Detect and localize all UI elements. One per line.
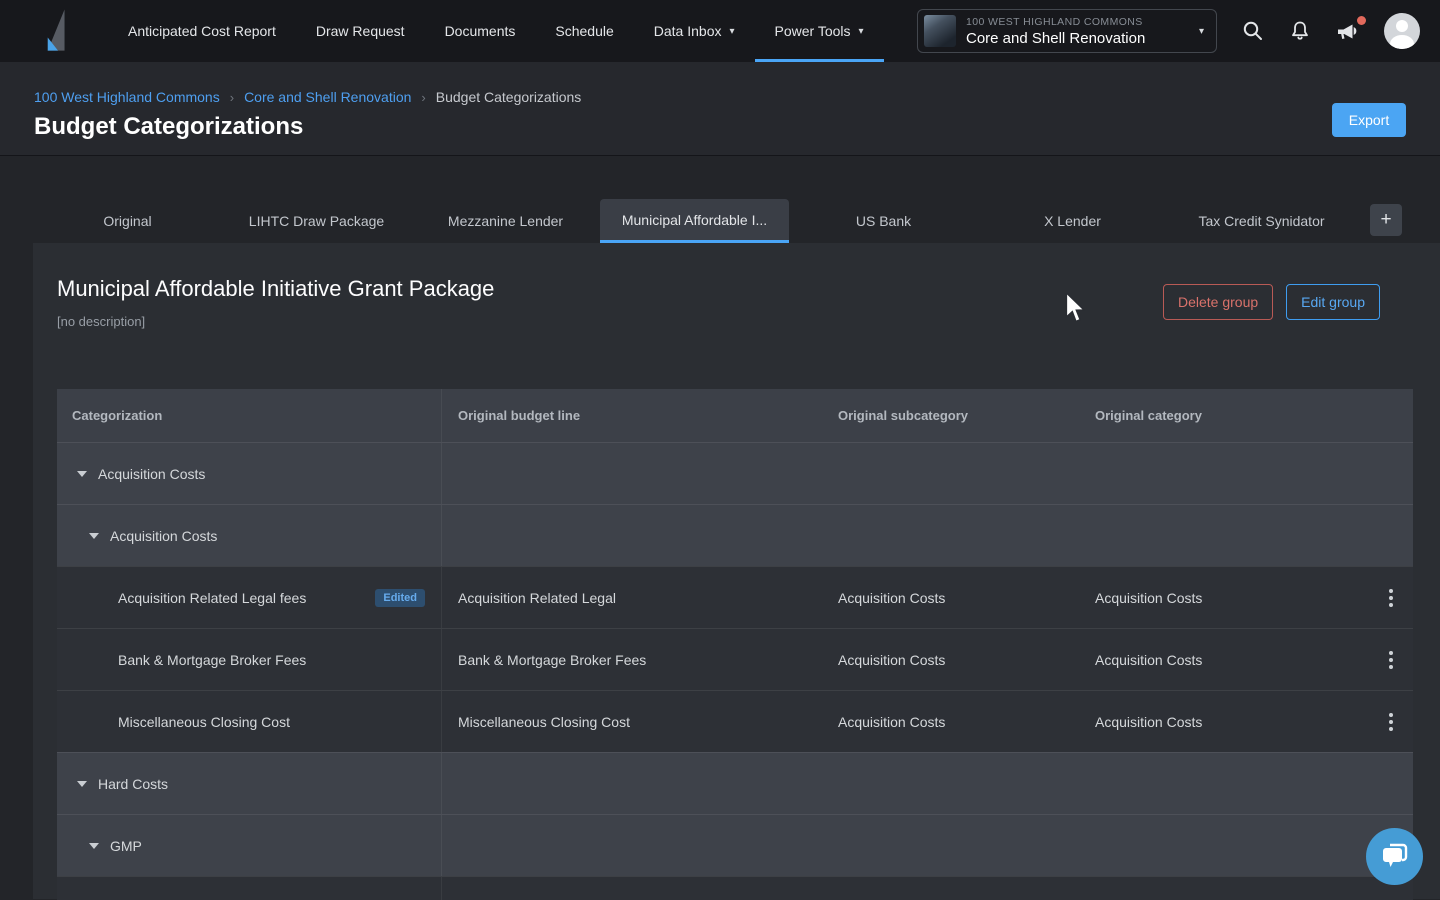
cell-budget-line: Bank & Mortgage Broker Fees [442,652,822,668]
tab-mezzanine-lender[interactable]: Mezzanine Lender [411,199,600,243]
chevron-down-icon: ▾ [859,26,864,37]
nav-item-label: Schedule [555,23,613,39]
table-row: Acquisition Related Legal fees Edited Ac… [57,566,1413,628]
avatar-body [1390,35,1414,49]
tab-x-lender[interactable]: X Lender [978,199,1167,243]
column-header-categorization: Categorization [57,389,442,442]
nav-item-draw-request[interactable]: Draw Request [296,0,425,62]
breadcrumb: 100 West Highland Commons › Core and Shell… [34,62,1406,105]
tab-municipal-affordable-i[interactable]: Municipal Affordable I... [600,199,789,243]
group-row-label: Hard Costs [98,776,168,792]
avatar[interactable] [1384,13,1420,49]
cell-subcategory: Acquisition Costs [822,590,1079,606]
nav-item-label: Anticipated Cost Report [128,23,276,39]
table-group-row[interactable]: GMP [57,814,1413,876]
avatar-head [1396,20,1408,32]
breadcrumb-link-100-west-highland-commons[interactable]: 100 West Highland Commons [34,89,220,105]
chevron-down-icon[interactable] [77,471,87,477]
table-body: Acquisition Costs Acquisition Costs Acqu… [57,442,1413,900]
cell-categorization-label: Acquisition Related Legal fees [118,590,306,606]
row-menu-button[interactable] [1369,629,1413,690]
delete-group-button[interactable]: Delete group [1163,284,1273,320]
categorization-table: Categorization Original budget line Orig… [57,389,1413,900]
tabs: Original LIHTC Draw Package Mezzanine Le… [33,199,1356,243]
tab-us-bank[interactable]: US Bank [789,199,978,243]
breadcrumb-separator: › [421,90,425,105]
chevron-down-icon: ▾ [729,26,734,37]
tab-tax-credit-synidator[interactable]: Tax Credit Synidator [1167,199,1356,243]
cell-subcategory: Acquisition Costs [822,652,1079,668]
group-row-label: GMP [110,838,142,854]
row-menu-button[interactable] [1369,691,1413,752]
cell-budget-line: Acquisition Related Legal [442,590,822,606]
breadcrumb-separator: › [230,90,234,105]
top-navigation-bar: Anticipated Cost Report Draw Request Doc… [0,0,1440,62]
tab-original[interactable]: Original [33,199,222,243]
notification-dot [1357,16,1366,25]
chat-bubbles-icon [1380,843,1410,871]
table-row: Miscellaneous Closing Cost Miscellaneous… [57,690,1413,752]
project-thumbnail [924,15,956,47]
chevron-down-icon[interactable] [77,781,87,787]
cell-budget-line: Miscellaneous Closing Cost [442,714,822,730]
nav-item-label: Data Inbox [654,23,722,39]
nav-item-label: Draw Request [316,23,405,39]
sail-logo-icon [44,7,72,55]
chevron-down-icon[interactable] [89,843,99,849]
table-group-row[interactable]: Acquisition Costs [57,442,1413,504]
table-group-row[interactable]: Acquisition Costs [57,504,1413,566]
group-row-label: Acquisition Costs [110,528,217,544]
nav-item-schedule[interactable]: Schedule [535,0,633,62]
nav-item-documents[interactable]: Documents [425,0,536,62]
column-header-original-subcategory: Original subcategory [822,408,1079,423]
breadcrumb-link-core-and-shell-renovation[interactable]: Core and Shell Renovation [244,89,411,105]
cell-categorization-label: Bank & Mortgage Broker Fees [118,652,306,668]
project-selector[interactable]: 100 WEST HIGHLAND COMMONS Core and Shell… [917,9,1217,53]
table-row [57,876,1413,900]
table-header-row: Categorization Original budget line Orig… [57,389,1413,442]
megaphone-icon[interactable] [1335,19,1361,43]
add-group-button[interactable]: + [1370,204,1402,236]
tab-lihtc-draw-package[interactable]: LIHTC Draw Package [222,199,411,243]
column-header-original-budget-line: Original budget line [442,408,822,423]
column-header-original-category: Original category [1079,408,1369,423]
app-logo[interactable] [44,0,72,62]
edited-badge: Edited [375,589,425,607]
cell-categorization-label: Miscellaneous Closing Cost [118,714,290,730]
table-row: Bank & Mortgage Broker Fees Bank & Mortg… [57,628,1413,690]
group-row-label: Acquisition Costs [98,466,205,482]
export-button[interactable]: Export [1332,103,1406,137]
page-title: Budget Categorizations [34,113,1406,141]
cell-category: Acquisition Costs [1079,590,1369,606]
table-group-row[interactable]: Hard Costs [57,752,1413,814]
nav-item-anticipated-cost-report[interactable]: Anticipated Cost Report [108,0,296,62]
row-menu-button[interactable] [1369,567,1413,628]
sub-project-name: Core and Shell Renovation [966,30,1145,47]
chat-launcher-button[interactable] [1366,828,1423,885]
chevron-down-icon: ▾ [1199,26,1204,37]
page-header: 100 West Highland Commons › Core and Shell… [0,62,1440,156]
search-icon[interactable] [1241,19,1265,43]
nav-item-power-tools[interactable]: Power Tools ▾ [755,0,884,62]
topnav-items: Anticipated Cost Report Draw Request Doc… [108,0,884,62]
tab-bar: Original LIHTC Draw Package Mezzanine Le… [0,199,1440,243]
cell-category: Acquisition Costs [1079,652,1369,668]
breadcrumb-current-budget-categorizations: Budget Categorizations [436,89,582,105]
nav-item-label: Power Tools [775,23,851,39]
edit-group-button[interactable]: Edit group [1286,284,1380,320]
group-panel: Municipal Affordable Initiative Grant Pa… [33,243,1440,899]
project-name: 100 WEST HIGHLAND COMMONS [966,16,1145,28]
nav-item-label: Documents [445,23,516,39]
bell-icon[interactable] [1288,19,1312,43]
cell-subcategory: Acquisition Costs [822,714,1079,730]
nav-item-data-inbox[interactable]: Data Inbox ▾ [634,0,755,62]
cell-category: Acquisition Costs [1079,714,1369,730]
chevron-down-icon[interactable] [89,533,99,539]
